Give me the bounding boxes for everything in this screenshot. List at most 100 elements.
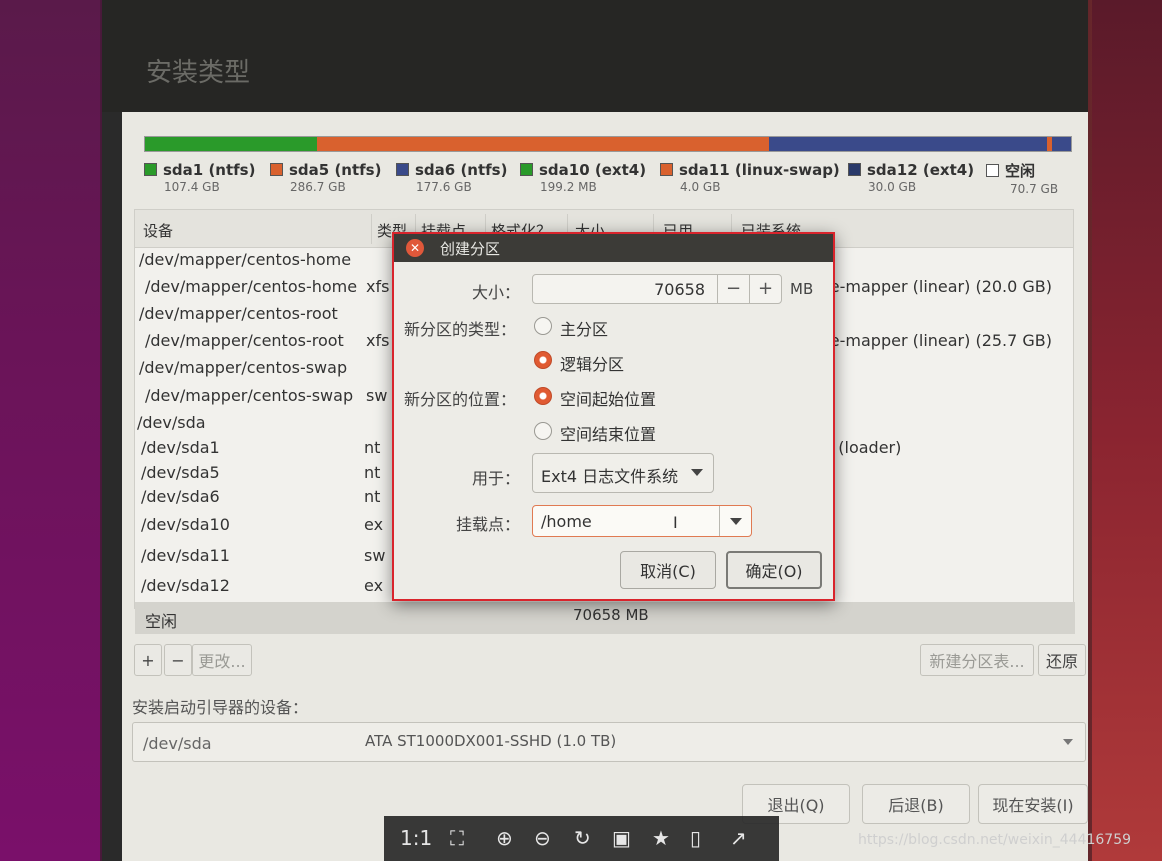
fit-window-icon[interactable]: ⛶ <box>450 826 464 850</box>
row-device: /dev/mapper/centos-root <box>139 304 338 323</box>
cancel-button[interactable]: 取消(C) <box>620 551 716 589</box>
save-icon[interactable]: ▣ <box>612 826 631 850</box>
location-start-label: 空间起始位置 <box>560 390 657 409</box>
row-device: /dev/mapper/centos-swap <box>145 386 354 405</box>
header: 安装类型 <box>102 0 1088 112</box>
table-row-free[interactable]: 空闲 70658 MB <box>135 602 1075 634</box>
use-as-select[interactable]: Ext4 日志文件系统 <box>532 453 714 493</box>
ok-button[interactable]: 确定(O) <box>726 551 822 589</box>
bookmark-icon[interactable]: ★ <box>652 826 670 850</box>
mount-point-label: 挂载点： <box>456 515 521 534</box>
partition-bar <box>144 136 1072 152</box>
actual-size-button[interactable]: 1:1 <box>400 826 432 850</box>
logical-radio[interactable] <box>534 351 552 369</box>
pbar-segment-sda5 <box>317 137 770 151</box>
row-type: sw <box>366 386 388 405</box>
row-device: /dev/sda <box>137 413 206 432</box>
location-end-radio[interactable] <box>534 422 552 440</box>
logical-radio-label: 逻辑分区 <box>560 355 625 374</box>
rotate-icon[interactable]: ↻ <box>574 826 591 850</box>
legend-swatch <box>396 163 409 176</box>
legend-size: 4.0 GB <box>680 180 721 194</box>
legend-sda11: sda11 (linux-swap) 4.0 GB <box>660 160 840 194</box>
change-partition-button[interactable]: 更改... <box>192 644 252 676</box>
legend-name: sda1 (ntfs) <box>163 161 256 179</box>
legend-name: sda12 (ext4) <box>867 161 975 179</box>
legend-swatch <box>848 163 861 176</box>
legend-swatch <box>144 163 157 176</box>
watermark: https://blog.csdn.net/weixin_44416759 <box>858 832 1132 848</box>
bootloader-device: /dev/sda <box>143 734 212 753</box>
legend-swatch <box>986 164 999 177</box>
location-end-label: 空间结束位置 <box>560 425 657 444</box>
image-viewer-toolbar: 1:1 ⛶ ⊕ ⊖ ↻ ▣ ★ ▯ ↗ <box>384 816 779 861</box>
row-system: ce-mapper (linear) (20.0 GB) <box>821 277 1053 296</box>
row-device: /dev/mapper/centos-swap <box>139 358 348 377</box>
install-now-button[interactable]: 现在安装(I) <box>978 784 1088 824</box>
partition-location-label: 新分区的位置： <box>404 390 517 409</box>
column-divider <box>371 214 372 244</box>
row-size: 70658 MB <box>573 606 649 624</box>
legend-sda10: sda10 (ext4) 199.2 MB <box>520 160 646 194</box>
row-device: /dev/sda5 <box>141 463 220 482</box>
partition-legend: sda1 (ntfs) 107.4 GB sda5 (ntfs) 286.7 G… <box>144 160 1072 204</box>
row-device: /dev/mapper/centos-home <box>145 277 358 296</box>
legend-size: 70.7 GB <box>1010 182 1059 196</box>
row-type: ex <box>364 515 384 534</box>
primary-radio[interactable] <box>534 317 552 335</box>
location-start-radio[interactable] <box>534 387 552 405</box>
size-value: 70658 <box>654 280 705 299</box>
column-header-device[interactable]: 设备 <box>143 220 173 241</box>
row-type: xfs <box>366 277 390 296</box>
page-title: 安装类型 <box>146 58 251 88</box>
decrement-button[interactable]: − <box>717 275 749 303</box>
zoom-out-icon[interactable]: ⊖ <box>534 826 551 850</box>
legend-name: sda5 (ntfs) <box>289 161 382 179</box>
use-as-label: 用于： <box>472 469 521 488</box>
legend-name: 空闲 <box>1005 162 1036 180</box>
mount-point-input[interactable]: /home I <box>532 505 752 537</box>
use-as-value: Ext4 日志文件系统 <box>541 467 679 486</box>
legend-size: 30.0 GB <box>868 180 917 194</box>
new-partition-table-button[interactable]: 新建分区表... <box>920 644 1034 676</box>
row-device: /dev/sda1 <box>141 438 220 457</box>
row-type: xfs <box>366 331 390 350</box>
row-device: /dev/sda11 <box>141 546 230 565</box>
primary-radio-label: 主分区 <box>560 320 609 339</box>
size-label: 大小： <box>472 283 521 302</box>
revert-button[interactable]: 还原 <box>1038 644 1086 676</box>
pbar-segment-sda6 <box>769 137 1047 151</box>
create-partition-dialog: ✕ 创建分区 大小： 70658 − + MB 新分区的类型： 主分区 逻辑分区… <box>392 232 835 601</box>
row-device: /dev/sda12 <box>141 576 230 595</box>
row-device: /dev/sda6 <box>141 487 220 506</box>
remove-partition-button[interactable]: − <box>164 644 192 676</box>
back-button[interactable]: 后退(B) <box>862 784 970 824</box>
right-background <box>1092 0 1162 861</box>
size-spinbox[interactable]: 70658 − + <box>532 274 782 304</box>
row-device: /dev/sda10 <box>141 515 230 534</box>
size-unit: MB <box>790 280 814 298</box>
legend-name: sda6 (ntfs) <box>415 161 508 179</box>
chevron-down-icon <box>691 469 703 476</box>
add-partition-button[interactable]: + <box>134 644 162 676</box>
legend-size: 107.4 GB <box>164 180 220 194</box>
share-icon[interactable]: ↗ <box>730 826 747 850</box>
row-device: /dev/mapper/centos-home <box>139 250 352 269</box>
increment-button[interactable]: + <box>749 275 781 303</box>
legend-name: sda10 (ext4) <box>539 161 647 179</box>
row-type: nt <box>364 438 381 457</box>
bootloader-device-select[interactable]: /dev/sda ATA ST1000DX001-SSHD (1.0 TB) <box>132 722 1086 762</box>
legend-name: sda11 (linux-swap) <box>679 161 840 179</box>
legend-sda12: sda12 (ext4) 30.0 GB <box>848 160 974 194</box>
row-type: sw <box>364 546 386 565</box>
dialog-titlebar: ✕ 创建分区 <box>394 234 833 262</box>
close-icon[interactable]: ✕ <box>406 239 424 257</box>
phone-icon[interactable]: ▯ <box>690 826 701 850</box>
mount-point-dropdown[interactable] <box>719 506 751 536</box>
legend-swatch <box>270 163 283 176</box>
legend-free: 空闲 70.7 GB <box>986 160 1058 196</box>
pbar-segment-sda1 <box>145 137 318 151</box>
row-type: nt <box>364 463 381 482</box>
zoom-in-icon[interactable]: ⊕ <box>496 826 513 850</box>
row-type: ex <box>364 576 384 595</box>
